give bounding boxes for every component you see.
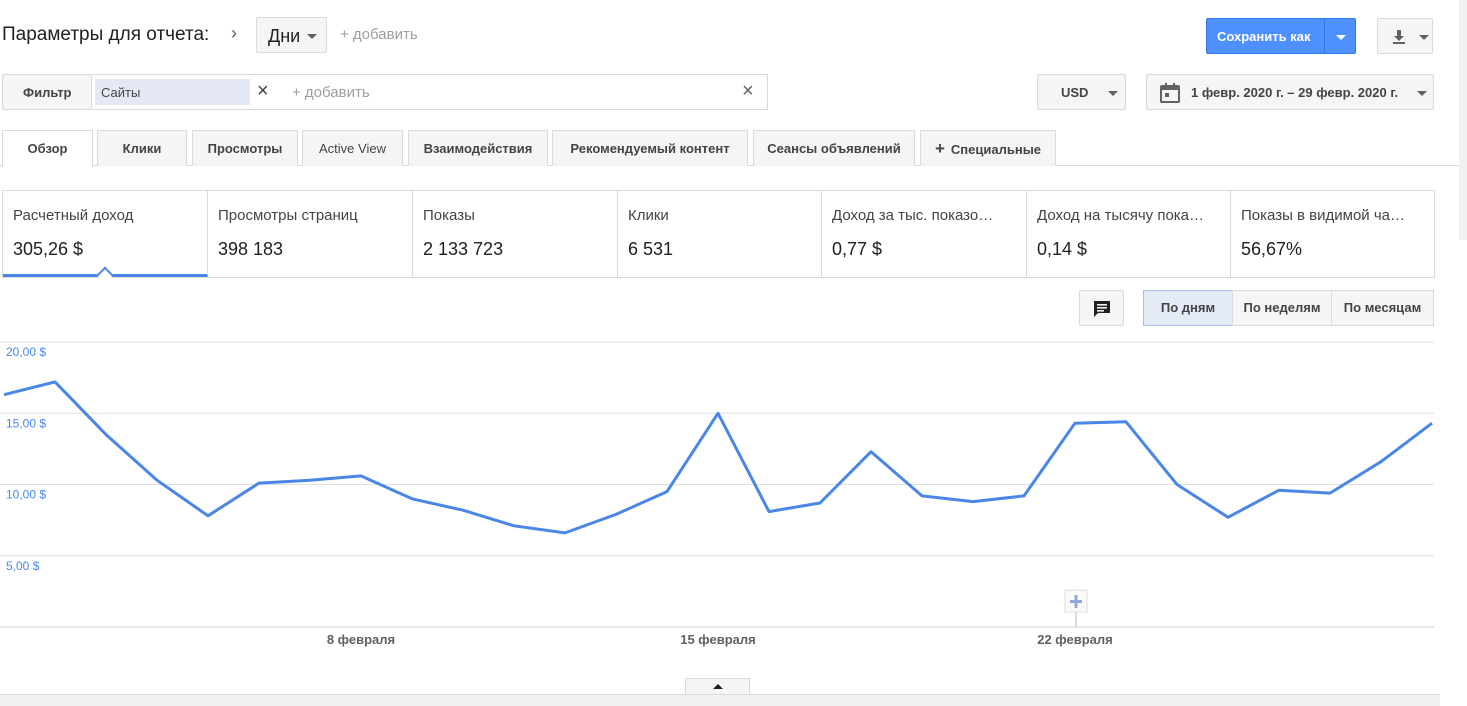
filter-chip-sites[interactable]: Сайты [95, 79, 250, 105]
metric-page-views[interactable]: Просмотры страниц 398 183 [208, 191, 413, 277]
series-line [3, 380, 1433, 535]
x-tick-label: 8 февраля [327, 632, 395, 647]
y-tick-label: 20,00 $ [6, 345, 46, 359]
y-tick-label: 5,00 $ [6, 559, 40, 573]
tab-clicks[interactable]: Клики [97, 130, 187, 166]
metric-value: 0,14 $ [1037, 239, 1088, 259]
chevron-down-icon [1419, 35, 1429, 40]
save-as-button[interactable]: Сохранить как [1206, 18, 1356, 54]
page-title: Параметры для отчета: [2, 24, 210, 45]
collapse-chart-button[interactable] [685, 678, 750, 694]
tab-pageviews[interactable]: Просмотры [192, 130, 298, 166]
metric-value: 2 133 723 [423, 239, 504, 259]
plus-icon: + [934, 139, 945, 158]
date-range-value: 1 февр. 2020 г. – 29 февр. 2020 г. [1191, 85, 1399, 100]
period-month-button[interactable]: По месяцам [1331, 290, 1434, 326]
metric-name: Показы в видимой ча… [1241, 207, 1405, 224]
calendar-icon [1160, 83, 1180, 103]
metric-name: Расчетный доход [13, 207, 134, 224]
period-day-button[interactable]: По дням [1143, 290, 1233, 326]
chevron-down-icon [1417, 91, 1427, 96]
comment-icon [1094, 301, 1110, 317]
chevron-right-icon: › [231, 23, 237, 43]
x-tick-label: 15 февраля [680, 632, 756, 647]
tab-ad-sessions[interactable]: Сеансы объявлений [753, 130, 915, 166]
filter-chip-label: Сайты [101, 85, 141, 100]
page-scrollbar[interactable] [1459, 0, 1467, 240]
metric-value: 398 183 [218, 239, 284, 259]
clear-filter-icon[interactable]: × [742, 80, 754, 103]
dimension-select-value: Дни [268, 26, 301, 46]
dimension-select[interactable]: Дни [256, 17, 327, 53]
tab-overview[interactable]: Обзор [2, 130, 93, 167]
metric-name: Доход на тысячу пока… [1037, 207, 1205, 224]
filter-button[interactable]: Фильтр [2, 74, 92, 110]
tab-engagement[interactable]: Взаимодействия [408, 130, 548, 166]
table-header-bar [0, 694, 1440, 706]
save-split-divider [1324, 19, 1325, 53]
metric-name: Доход за тыс. показо… [832, 207, 994, 224]
y-tick-label: 10,00 $ [6, 488, 46, 502]
metric-value: 305,26 $ [13, 239, 84, 259]
metric-active-view-viewable[interactable]: Показы в видимой ча… 56,67% [1231, 191, 1434, 277]
metric-name: Клики [628, 207, 669, 224]
metric-value: 56,67% [1241, 239, 1303, 259]
metric-page-rpm[interactable]: Доход на тысячу пока… 0,14 $ [1027, 191, 1231, 277]
period-week-button[interactable]: По неделям [1232, 290, 1332, 326]
x-tick-label: 22 февраля [1037, 632, 1113, 647]
close-icon[interactable]: × [257, 80, 269, 103]
metric-value: 6 531 [628, 239, 674, 259]
tab-matched-content[interactable]: Рекомендуемый контент [552, 130, 748, 166]
chevron-down-icon [1108, 91, 1118, 96]
report-header: Параметры для отчета: › Дни + добавить С… [0, 14, 1467, 56]
filter-button-label: Фильтр [23, 85, 72, 100]
metric-estimated-revenue[interactable]: Расчетный доход 305,26 $ [3, 191, 208, 284]
add-dimension-link[interactable]: + добавить [340, 26, 418, 43]
currency-select[interactable]: USD [1037, 74, 1126, 110]
add-annotation-icon[interactable] [1064, 589, 1088, 627]
chevron-up-icon [713, 684, 723, 689]
y-tick-label: 15,00 $ [6, 416, 46, 430]
filter-input-box[interactable]: Сайты × + добавить × [92, 74, 768, 110]
metric-name: Показы [423, 207, 475, 224]
report-tabs: Обзор Клики Просмотры Active View Взаимо… [0, 130, 1467, 167]
chevron-down-icon[interactable] [1336, 35, 1346, 40]
annotations-button[interactable] [1079, 290, 1124, 326]
metrics-scorecard: Расчетный доход 305,26 $ Просмотры стран… [2, 190, 1435, 284]
tab-active-view[interactable]: Active View [302, 130, 403, 166]
metric-impression-rpm[interactable]: Доход за тыс. показо… 0,77 $ [822, 191, 1027, 277]
metric-impressions[interactable]: Показы 2 133 723 [413, 191, 618, 277]
tab-custom-label: Специальные [950, 142, 1042, 157]
save-as-label: Сохранить как [1217, 29, 1311, 44]
chevron-down-icon [307, 34, 317, 39]
currency-value: USD [1061, 85, 1089, 100]
selected-caret-icon [96, 266, 114, 284]
metric-value: 0,77 $ [832, 239, 883, 259]
metric-name: Просмотры страниц [218, 207, 358, 224]
date-range-picker[interactable]: 1 февр. 2020 г. – 29 февр. 2020 г. [1146, 74, 1434, 110]
download-button[interactable] [1377, 18, 1433, 54]
revenue-line-chart: 20,00 $ 15,00 $ 10,00 $ 5,00 $ 8 февраля 15 ф… [0, 341, 1434, 647]
download-icon [1393, 30, 1405, 44]
metric-clicks[interactable]: Клики 6 531 [618, 191, 822, 277]
tab-custom[interactable]: + Специальные [920, 130, 1056, 166]
filter-add-input[interactable]: + добавить [292, 84, 370, 101]
